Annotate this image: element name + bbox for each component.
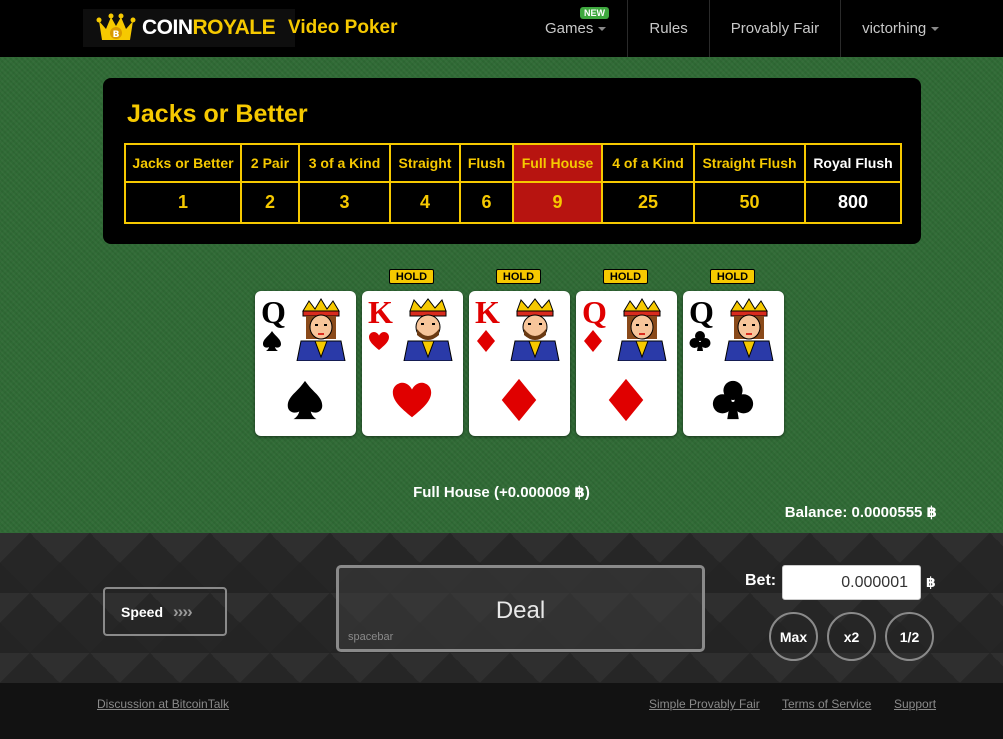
card-rank: Q xyxy=(261,294,286,330)
paytable-payout: 800 xyxy=(804,181,902,224)
card-2[interactable]: K xyxy=(362,291,463,436)
paytable-hand: 4 of a Kind xyxy=(601,143,695,183)
card-4[interactable]: Q xyxy=(576,291,677,436)
paytable-payout: 6 xyxy=(459,181,514,224)
paytable: Jacks or Better Jacks or Better 2 Pair 3… xyxy=(103,78,921,244)
half-bet-button[interactable]: 1/2 xyxy=(885,612,934,661)
crown-bitcoin-icon: B xyxy=(96,13,136,40)
paytable-hand: 3 of a Kind xyxy=(298,143,391,183)
balance: Balance: 0.0000555 ฿ xyxy=(784,504,937,521)
paytable-payout: 4 xyxy=(389,181,461,224)
paytable-hand: Straight Flush xyxy=(693,143,806,183)
paytable-payout: 1 xyxy=(124,181,242,224)
spade-icon xyxy=(287,380,323,420)
paytable-payout-highlighted: 9 xyxy=(512,181,603,224)
footer-link-terms[interactable]: Terms of Service xyxy=(782,697,871,711)
paytable-payout: 3 xyxy=(298,181,391,224)
card-rank: Q xyxy=(582,294,607,330)
hand-result: Full House (+0.000009 ฿) xyxy=(413,484,590,501)
speed-label: Speed xyxy=(121,603,164,620)
paytable-grid: Jacks or Better 2 Pair 3 of a Kind Strai… xyxy=(124,143,902,224)
diamond-icon xyxy=(584,330,602,352)
deal-button[interactable]: Deal spacebar xyxy=(336,565,705,652)
brand-logo[interactable]: B COINROYALE xyxy=(83,9,295,47)
paytable-hand: 2 Pair xyxy=(240,143,300,183)
double-bet-button[interactable]: x2 xyxy=(827,612,876,661)
caret-down-icon xyxy=(598,26,607,31)
queen-face-icon xyxy=(724,298,774,361)
club-icon xyxy=(689,331,711,351)
footer-link-support[interactable]: Support xyxy=(894,697,936,711)
queen-face-icon xyxy=(296,298,346,361)
paytable-hand: Flush xyxy=(459,143,514,183)
speed-button[interactable]: Speed ›››› xyxy=(103,587,227,636)
queen-face-icon xyxy=(617,298,667,361)
bet-label: Bet: xyxy=(745,572,777,589)
heart-icon xyxy=(392,382,432,418)
bitcoin-icon: ฿ xyxy=(926,574,936,590)
spade-icon xyxy=(263,331,281,351)
navbar: B COINROYALE Video Poker Games NEW Rules… xyxy=(0,0,1003,57)
card-1[interactable]: Q xyxy=(255,291,356,436)
card-rank: K xyxy=(475,294,500,330)
caret-down-icon xyxy=(931,26,940,31)
brand-coin-text: COIN xyxy=(142,16,193,39)
nav-games-label: Games xyxy=(545,20,594,37)
svg-text:B: B xyxy=(113,30,120,40)
nav-menu: Games NEW Rules Provably Fair victorhing xyxy=(524,0,960,57)
card-rank: Q xyxy=(689,294,714,330)
footer-link-bitcointalk[interactable]: Discussion at BitcoinTalk xyxy=(97,697,229,711)
paytable-hand: Jacks or Better xyxy=(124,143,242,183)
brand-subtitle: Video Poker xyxy=(288,17,398,38)
new-badge: NEW xyxy=(580,7,609,19)
club-icon xyxy=(712,380,754,420)
diamond-icon xyxy=(608,378,644,422)
brand-name: COINROYALE xyxy=(142,16,276,40)
hold-badge: HOLD xyxy=(496,269,541,284)
username: victorhing xyxy=(862,20,927,37)
hold-badge: HOLD xyxy=(603,269,648,284)
paytable-payout: 25 xyxy=(601,181,695,224)
paytable-hand: Royal Flush xyxy=(804,143,902,183)
footer: Discussion at BitcoinTalk Simple Provabl… xyxy=(0,683,1003,739)
paytable-hand: Straight xyxy=(389,143,461,183)
card-5[interactable]: Q xyxy=(683,291,784,436)
deal-shortcut-hint: spacebar xyxy=(348,631,394,643)
footer-link-simple-provably-fair[interactable]: Simple Provably Fair xyxy=(649,697,760,711)
brand-royale-text: ROYALE xyxy=(192,16,276,39)
nav-user-dropdown[interactable]: victorhing xyxy=(840,0,960,57)
king-face-icon xyxy=(403,298,453,361)
max-bet-button[interactable]: Max xyxy=(769,612,818,661)
hold-badge: HOLD xyxy=(710,269,755,284)
card-rank: K xyxy=(368,294,393,330)
deal-label: Deal xyxy=(495,597,546,624)
diamond-icon xyxy=(477,330,495,352)
paytable-payout: 2 xyxy=(240,181,300,224)
king-face-icon xyxy=(510,298,560,361)
paytable-hand-highlighted: Full House xyxy=(512,143,603,183)
card-3[interactable]: K xyxy=(469,291,570,436)
paytable-payout: 50 xyxy=(693,181,806,224)
diamond-icon xyxy=(501,378,537,422)
speed-arrows-icon: ›››› xyxy=(173,601,193,621)
bet-input[interactable] xyxy=(782,565,921,600)
heart-icon xyxy=(369,332,389,350)
nav-games-dropdown[interactable]: Games NEW xyxy=(524,0,627,57)
nav-rules[interactable]: Rules xyxy=(627,0,708,57)
nav-provably-fair[interactable]: Provably Fair xyxy=(708,0,840,57)
hold-badge: HOLD xyxy=(389,269,434,284)
paytable-title: Jacks or Better xyxy=(127,100,308,128)
